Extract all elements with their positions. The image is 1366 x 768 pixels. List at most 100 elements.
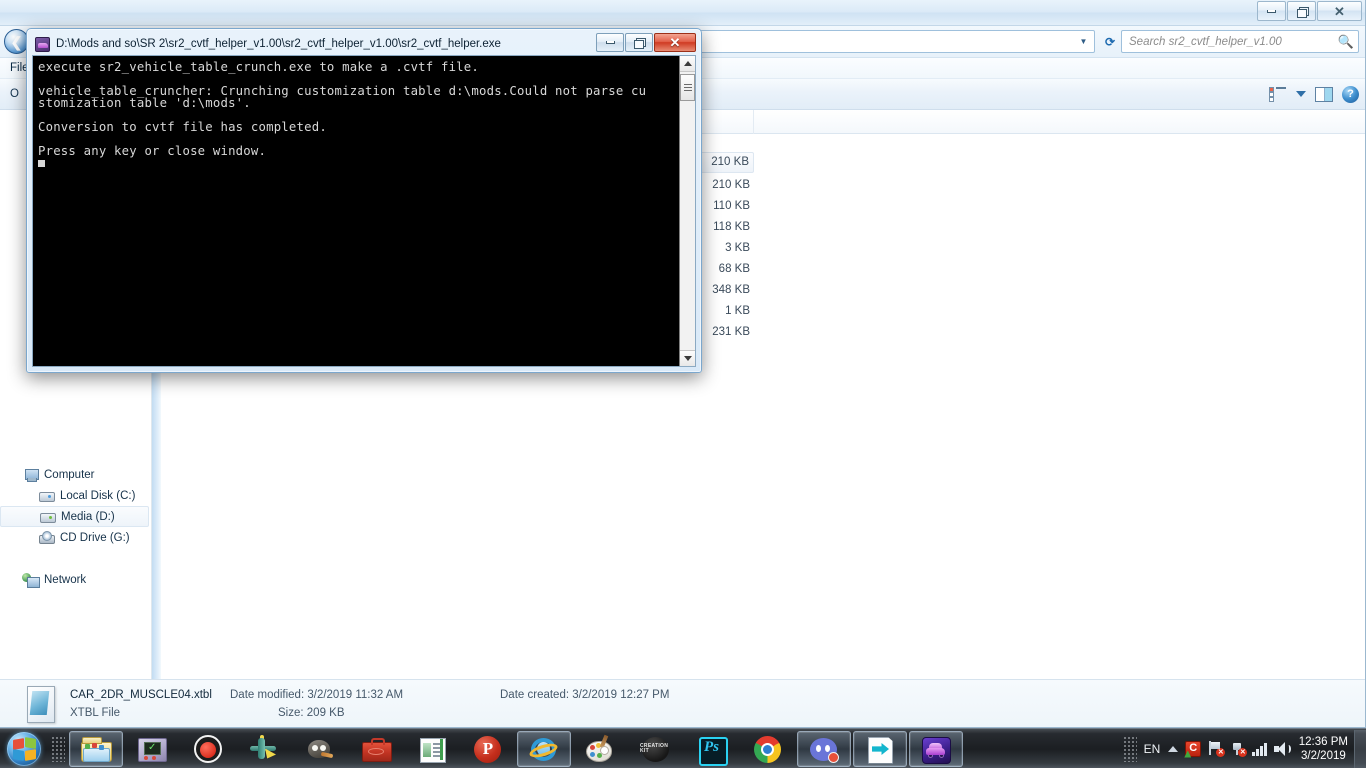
taskbar-button-psiphon[interactable]: P [461,731,515,767]
taskbar-button-explorer[interactable] [69,730,123,767]
preview-pane-icon[interactable] [1315,86,1333,102]
console-minimize-button[interactable] [596,33,624,52]
taskbar-button-sr2-cvtf-helper[interactable] [909,730,963,767]
folder-explorer-icon [80,734,112,764]
creation-kit-label: CREATION KIT [640,742,669,754]
scroll-down-button[interactable] [680,350,695,366]
speaker-icon[interactable] [1273,741,1291,756]
sidebar-item-media-d[interactable]: Media (D:) [0,506,149,527]
console-title: D:\Mods and so\SR 2\sr2_cvtf_helper_v1.0… [56,38,501,50]
details-pane: CAR_2DR_MUSCLE04.xtbl Date modified: 3/2… [0,679,1365,727]
details-file-name: CAR_2DR_MUSCLE04.xtbl [70,688,212,701]
discord-icon [808,734,840,764]
change-view-icon[interactable] [1268,86,1287,102]
taskbar-button-chrome[interactable] [741,731,795,767]
scroll-up-button[interactable] [680,56,695,72]
search-input[interactable]: Search sr2_cvtf_helper_v1.00 [1129,36,1338,48]
help-icon[interactable]: ? [1342,85,1359,103]
language-indicator[interactable]: EN [1140,742,1165,756]
explorer-minimize-button[interactable] [1257,1,1286,21]
taskbar-grip-handle[interactable] [51,735,65,762]
console-line: Conversion to cvtf file has completed. [38,120,327,134]
console-app-icon [35,36,50,52]
search-box[interactable]: Search sr2_cvtf_helper_v1.00 🔍 [1121,30,1359,53]
scrollbar-thumb[interactable] [680,74,695,101]
taskbar-button-gimp[interactable] [293,731,347,767]
explorer-restore-button[interactable] [1287,1,1316,21]
details-date-created: Date created: 3/2/2019 12:27 PM [500,686,669,704]
file-size: 210 KB [712,178,750,191]
file-size: 118 KB [713,220,750,233]
error-badge-icon: ✕ [1238,748,1248,757]
file-size: 3 KB [725,241,750,254]
system-tray: C ✕ ✕ [1164,730,1297,768]
back-arrow-icon: ❮ [10,33,23,50]
navpane-spacer-14 [0,374,151,394]
chevron-up-icon[interactable] [1168,745,1179,752]
clock[interactable]: 12:36 PM 3/2/2019 [1297,735,1354,763]
xtbl-file-icon [22,684,58,724]
speaker-wave-icon [1286,744,1291,753]
console-title-bar[interactable]: D:\Mods and so\SR 2\sr2_cvtf_helper_v1.0… [32,33,696,55]
details-date-modified-label: Date modified: [230,688,305,701]
taskbar-button-file-converter[interactable] [853,730,907,767]
console-scrollbar[interactable] [679,56,695,366]
hard-drive-icon [38,489,55,503]
scrollbar-grip-icon [683,82,692,93]
console-cursor [38,160,45,167]
close-icon: ✕ [1334,3,1345,19]
google-chrome-icon [752,734,784,764]
taskbar-button-creation-kit[interactable]: CREATION KIT [629,731,683,767]
scrollbar-track[interactable] [680,72,695,350]
gimp-wilber-icon [304,734,336,764]
comodo-letter: C [1189,742,1198,754]
sidebar-item-computer[interactable]: Computer [0,464,151,485]
sidebar-item-local-disk-c[interactable]: Local Disk (C:) [0,485,151,506]
details-size: Size: 209 KB [230,704,500,722]
document-icon [416,734,448,764]
chevron-down-icon[interactable] [1296,91,1306,97]
taskbar-button-system-tool[interactable]: ✓ [125,731,179,767]
close-icon: ✕ [669,35,681,50]
explorer-title-bar[interactable]: ✕ [0,0,1365,26]
show-desktop-button[interactable] [1354,729,1366,768]
start-button[interactable] [0,730,48,768]
taskbar-button-document-viewer[interactable] [405,731,459,767]
tray-grip-handle[interactable] [1122,735,1137,762]
navpane-spacer-17 [0,434,151,454]
navpane-spacer-15 [0,394,151,414]
sidebar-item-cd-drive-g[interactable]: CD Drive (G:) [0,527,151,548]
console-output[interactable]: execute sr2_vehicle_table_crunch.exe to … [33,56,679,366]
taskbar-button-paint[interactable] [573,731,627,767]
console-maximize-button[interactable] [625,33,653,52]
signal-bars-icon[interactable] [1252,742,1267,756]
taskbar-button-internet-explorer[interactable] [517,730,571,767]
console-line: Press any key or close window. [38,144,267,158]
taskbar-button-discord[interactable] [797,730,851,767]
maximize-icon [634,38,646,49]
explorer-window-controls: ✕ [1256,1,1362,21]
scroll-down-icon [683,356,692,361]
flag-error-icon[interactable]: ✕ [1208,741,1226,757]
network-disconnected-icon[interactable]: ✕ [1230,741,1248,757]
clock-date: 3/2/2019 [1301,749,1346,762]
refresh-icon: ⟳ [1104,34,1116,49]
comodo-shield-icon[interactable]: C [1185,740,1202,757]
details-file-type: XTBL File [70,706,121,719]
sidebar-item-network[interactable]: Network [0,569,151,590]
explorer-close-button[interactable]: ✕ [1317,1,1362,21]
organize-button[interactable]: O [10,88,19,100]
taskbar-button-flight-sim[interactable] [237,731,291,767]
details-date-created-label: Date created: [500,688,570,701]
minimize-icon [605,41,615,44]
taskbar-button-recorder[interactable] [181,731,235,767]
details-row-top: CAR_2DR_MUSCLE04.xtbl Date modified: 3/2… [70,686,669,704]
details-date-created-value: 3/2/2019 12:27 PM [572,688,670,701]
taskbar-button-photoshop[interactable]: Ps [685,731,739,767]
details-date-modified: Date modified: 3/2/2019 11:32 AM [230,686,500,704]
taskbar-button-toolbox[interactable] [349,731,403,767]
address-dropdown-icon[interactable]: ▼ [1075,37,1092,46]
refresh-button[interactable]: ⟳ [1099,30,1121,53]
system-tool-icon: ✓ [136,734,168,764]
console-close-button[interactable]: ✕ [654,33,696,52]
